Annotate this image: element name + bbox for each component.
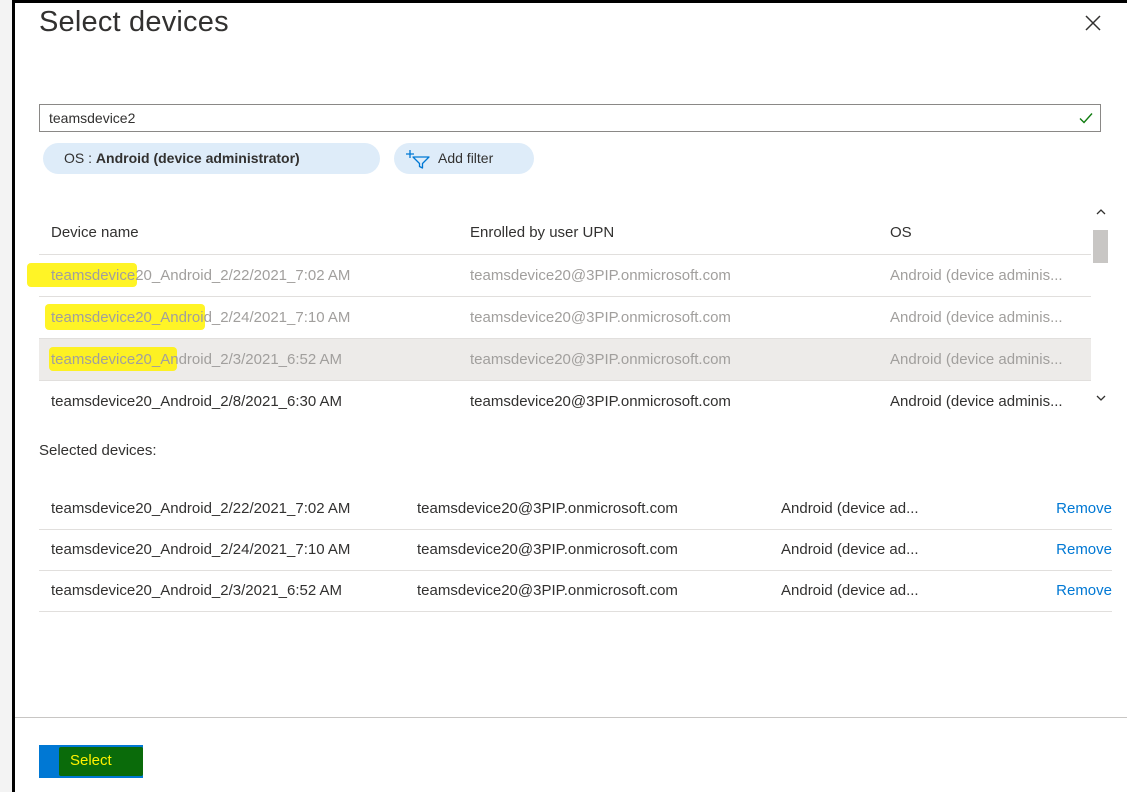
scroll-up-icon[interactable]	[1095, 207, 1107, 217]
os-filter-pill[interactable]: OS : Android (device administrator)	[43, 143, 380, 174]
selected-device-name: teamsdevice20_Android_2/24/2021_7:10 AM	[51, 541, 351, 558]
device-upn: teamsdevice20@3PIP.onmicrosoft.com	[470, 393, 731, 410]
device-os: Android (device adminis...	[890, 267, 1063, 284]
close-icon[interactable]	[1080, 10, 1106, 36]
select-button[interactable]: Select	[39, 745, 143, 778]
os-filter-key: OS :	[64, 150, 96, 166]
selected-device-row: teamsdevice20_Android_2/22/2021_7:02 AM …	[39, 489, 1112, 530]
device-os: Android (device adminis...	[890, 351, 1063, 368]
add-filter-icon	[406, 150, 430, 169]
device-row[interactable]: teamsdevice20_Android_2/3/2021_6:52 AM t…	[39, 339, 1091, 381]
dialog-title: Select devices	[39, 6, 229, 38]
selected-device-row: teamsdevice20_Android_2/3/2021_6:52 AM t…	[39, 571, 1112, 612]
os-filter-value: Android (device administrator)	[95, 150, 300, 166]
device-name: teamsdevice20_Android_2/3/2021_6:52 AM	[51, 351, 343, 368]
checkmark-icon	[1079, 113, 1093, 124]
remove-link[interactable]: Remove	[1056, 500, 1112, 517]
device-upn: teamsdevice20@3PIP.onmicrosoft.com	[470, 267, 731, 284]
remove-link[interactable]: Remove	[1056, 582, 1112, 599]
selected-device-os: Android (device ad...	[781, 500, 919, 517]
scroll-down-icon[interactable]	[1095, 393, 1107, 403]
device-upn: teamsdevice20@3PIP.onmicrosoft.com	[470, 309, 731, 326]
search-input[interactable]	[49, 110, 1069, 126]
selected-device-os: Android (device ad...	[781, 541, 919, 558]
device-upn: teamsdevice20@3PIP.onmicrosoft.com	[470, 351, 731, 368]
selected-device-upn: teamsdevice20@3PIP.onmicrosoft.com	[417, 582, 678, 599]
frame-border-top	[12, 0, 1127, 3]
device-name: teamsdevice20_Android_2/22/2021_7:02 AM	[51, 267, 351, 284]
device-row[interactable]: teamsdevice20_Android_2/24/2021_7:10 AM …	[39, 297, 1091, 339]
device-os: Android (device adminis...	[890, 393, 1063, 410]
remove-link[interactable]: Remove	[1056, 541, 1112, 558]
device-os: Android (device adminis...	[890, 309, 1063, 326]
scrollbar-thumb[interactable]	[1093, 230, 1108, 263]
column-header-os[interactable]: OS	[890, 224, 912, 241]
selected-device-os: Android (device ad...	[781, 582, 919, 599]
add-filter-label: Add filter	[438, 150, 494, 166]
select-button-label: Select	[70, 752, 112, 769]
device-list-scrollbar[interactable]	[1091, 205, 1110, 412]
frame-border-left	[12, 0, 15, 792]
footer-divider	[15, 717, 1127, 718]
search-box[interactable]	[39, 104, 1101, 132]
selected-device-row: teamsdevice20_Android_2/24/2021_7:10 AM …	[39, 530, 1112, 571]
selected-device-upn: teamsdevice20@3PIP.onmicrosoft.com	[417, 541, 678, 558]
device-row[interactable]: teamsdevice20_Android_2/22/2021_7:02 AM …	[27, 255, 1091, 297]
device-name: teamsdevice20_Android_2/8/2021_6:30 AM	[51, 393, 343, 410]
add-filter-button[interactable]: Add filter	[394, 143, 534, 174]
selected-device-upn: teamsdevice20@3PIP.onmicrosoft.com	[417, 500, 678, 517]
selected-device-name: teamsdevice20_Android_2/3/2021_6:52 AM	[51, 582, 343, 599]
selected-devices-label: Selected devices:	[39, 442, 157, 459]
selected-device-name: teamsdevice20_Android_2/22/2021_7:02 AM	[51, 500, 351, 517]
window-edge	[0, 0, 12, 792]
column-header-device-name[interactable]: Device name	[51, 224, 139, 241]
device-row[interactable]: teamsdevice20_Android_2/8/2021_6:30 AM t…	[39, 381, 1091, 423]
column-header-upn[interactable]: Enrolled by user UPN	[470, 224, 614, 241]
device-name: teamsdevice20_Android_2/24/2021_7:10 AM	[51, 309, 351, 326]
